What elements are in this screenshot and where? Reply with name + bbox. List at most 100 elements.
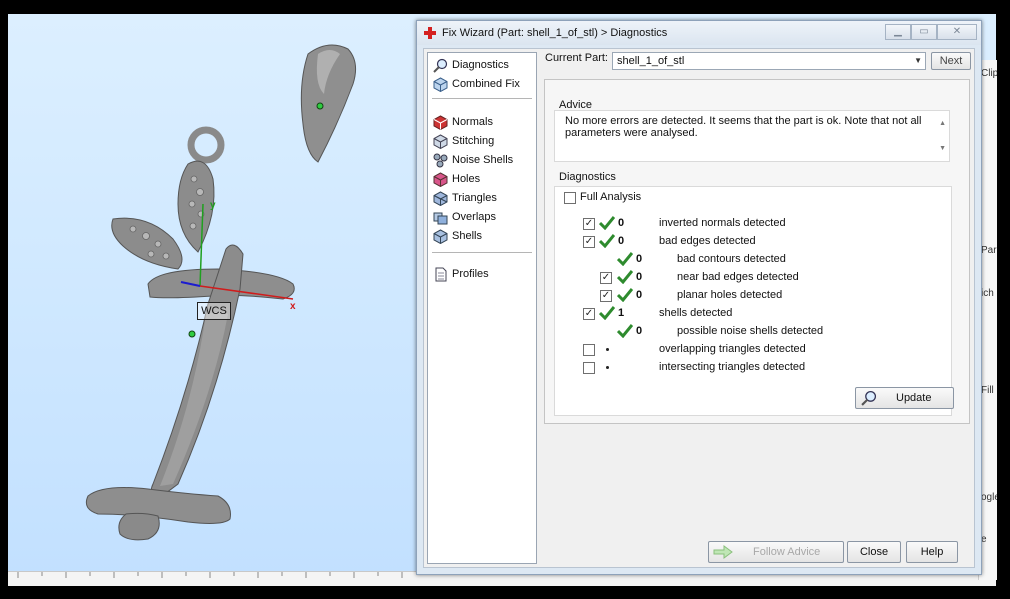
nav-label-combined-fix: Combined Fix [452,78,520,90]
bad-edges-checkbox[interactable]: ✓ [583,236,595,248]
noise-shells-count: 0 [636,325,643,337]
nav-separator [432,98,532,99]
update-label: Update [896,392,932,404]
overlaps-icon [433,212,448,224]
magnifier-icon [433,58,448,73]
close-button[interactable]: Close [847,541,901,563]
current-part-label: Current Part: [545,52,608,64]
red-cross-icon [424,27,436,39]
nav-triangles[interactable]: Triangles [433,189,497,207]
fix-wizard-dialog: Fix Wizard (Part: shell_1_of_stl) > Diag… [416,20,982,575]
shells-label: shells detected [659,307,733,319]
shells-cube-icon [433,228,448,244]
near-bad-edges-label: near bad edges detected [677,271,799,283]
diagnostics-panel: Advice No more errors are detected. It s… [544,79,970,424]
planar-holes-checkbox[interactable]: ✓ [600,290,612,302]
title-bar[interactable]: Fix Wizard (Part: shell_1_of_stl) > Diag… [417,21,981,45]
nav-label-triangles: Triangles [452,192,497,204]
wcs-label: WCS [197,302,231,320]
bad-edges-count: 0 [618,235,625,247]
check-icon [599,216,615,230]
stitching-cube-icon [433,133,448,149]
wizard-nav: Diagnostics Combined Fix Normals Stitchi… [427,52,537,564]
bullet-icon [606,366,609,369]
side-panel-sch: ich [981,288,994,299]
follow-advice-button[interactable]: Follow Advice [708,541,844,563]
nav-noise-shells[interactable]: Noise Shells [433,151,513,169]
nav-profiles[interactable]: Profiles [433,265,489,283]
dialog-body: Diagnostics Combined Fix Normals Stitchi… [423,48,975,568]
side-panel-ogle: ogle [981,492,997,503]
nav-shells[interactable]: Shells [433,227,482,245]
side-panel-fill: Fill [981,385,994,396]
check-icon [617,270,633,284]
update-button[interactable]: Update [855,387,954,409]
normals-cube-icon [433,114,448,130]
full-analysis-label: Full Analysis [580,191,642,203]
holes-cube-icon [433,171,448,187]
diagnostics-title: Diagnostics [559,171,616,183]
axis-y-label: y [210,200,216,211]
inverted-normals-count: 0 [618,217,625,229]
advice-box: No more errors are detected. It seems th… [554,110,950,162]
nav-combined-fix[interactable]: Combined Fix [433,75,520,93]
intersecting-triangles-label: intersecting triangles detected [659,361,806,373]
near-bad-edges-checkbox[interactable]: ✓ [600,272,612,284]
nav-label-shells: Shells [452,230,482,242]
nav-label-holes: Holes [452,173,481,185]
nav-label-overlaps: Overlaps [452,211,497,223]
nav-label-profiles: Profiles [452,268,489,280]
nav-label-normals: Normals [452,116,493,128]
diagnostics-box: Full Analysis ✓ 0 inverted normals detec… [554,186,954,416]
magnifier-icon [861,390,877,406]
nav-normals[interactable]: Normals [433,113,493,131]
chevron-down-icon: ▼ [914,56,922,65]
full-analysis-checkbox[interactable] [564,192,576,204]
intersecting-triangles-checkbox[interactable] [583,362,595,374]
follow-advice-label: Follow Advice [753,546,821,558]
maximize-button[interactable]: ▭ [911,24,937,40]
shells-checkbox[interactable]: ✓ [583,308,595,320]
shells-count: 1 [618,307,625,319]
planar-holes-label: planar holes detected [677,289,783,301]
dialog-title: Fix Wizard (Part: shell_1_of_stl) > Diag… [442,27,668,39]
bad-edges-label: bad edges detected [659,235,756,247]
planar-holes-count: 0 [636,289,643,301]
nav-holes[interactable]: Holes [433,170,480,188]
overlapping-triangles-checkbox[interactable] [583,344,595,356]
close-window-button[interactable]: ✕ [937,24,977,40]
noise-shells-label: possible noise shells detected [677,325,824,337]
current-part-value: shell_1_of_stl [617,55,685,67]
bad-contours-label: bad contours detected [677,253,786,265]
next-button[interactable]: Next [931,52,971,70]
scroll-up-icon[interactable]: ▲ [939,120,946,127]
nav-label-stitching: Stitching [452,135,495,147]
inverted-normals-label: inverted normals detected [659,217,786,229]
nav-overlaps[interactable]: Overlaps [433,208,496,226]
inverted-normals-checkbox[interactable]: ✓ [583,218,595,230]
current-part-select[interactable]: shell_1_of_stl ▼ [612,52,926,70]
nav-separator [432,252,532,253]
arrow-right-icon [713,545,733,559]
nav-diagnostics[interactable]: Diagnostics [433,56,509,74]
check-icon [617,252,633,266]
advice-text: No more errors are detected. It seems th… [565,115,922,139]
minimize-button[interactable]: ▁ [885,24,911,40]
bad-contours-count: 0 [636,253,643,265]
cube-icon [433,76,448,92]
near-bad-edges-count: 0 [636,271,643,283]
bullet-icon [606,348,609,351]
side-panel-par: Par [981,245,997,256]
check-icon [617,288,633,302]
nav-label-noise-shells: Noise Shells [452,154,514,166]
check-icon [599,234,615,248]
help-button[interactable]: Help [906,541,958,563]
side-panel-clip: Clip [981,68,997,79]
nav-stitching[interactable]: Stitching [433,132,494,150]
scroll-down-icon[interactable]: ▼ [939,145,946,152]
triangles-cube-icon [433,190,448,206]
overlapping-triangles-label: overlapping triangles detected [659,343,806,355]
nav-label-diagnostics: Diagnostics [452,59,509,71]
noise-shells-icon [433,153,448,167]
check-icon [617,324,633,338]
